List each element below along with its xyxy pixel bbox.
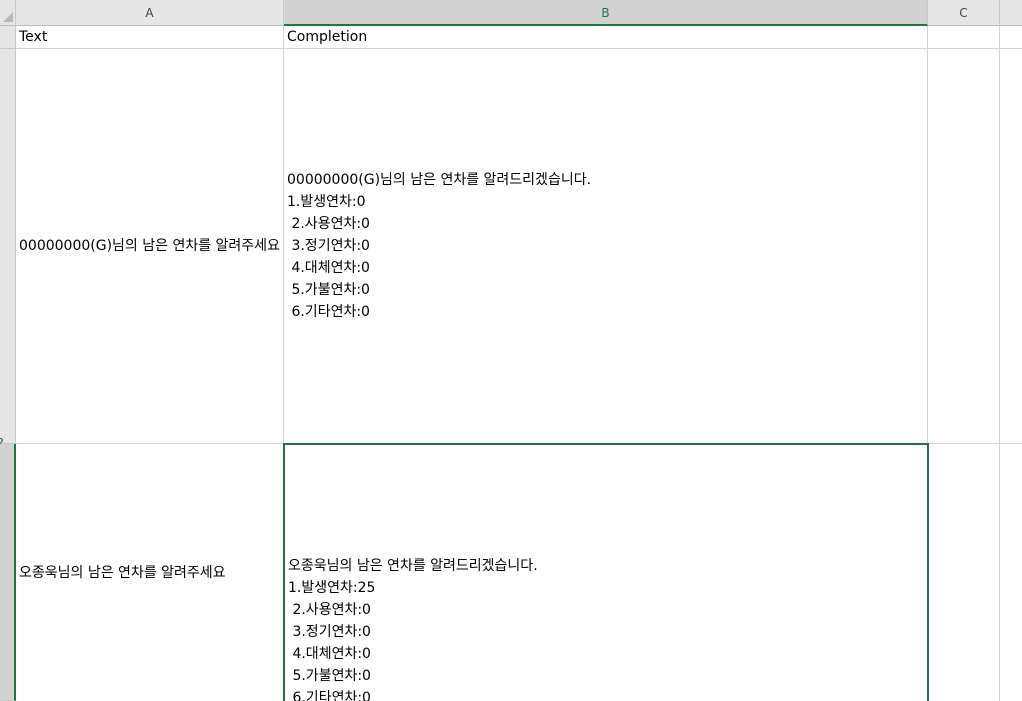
cell-c1[interactable] (928, 26, 1000, 49)
row-header-1[interactable] (0, 26, 16, 49)
completion-line: 4.대체연차:0 (287, 260, 370, 276)
cell-text: 00000000(G)님의 남은 연차를 알려주세요 (19, 238, 280, 254)
cell-a2[interactable]: 00000000(G)님의 남은 연차를 알려주세요 (16, 49, 284, 444)
cell-a1[interactable]: Text (16, 26, 284, 49)
column-header-b[interactable]: B (284, 0, 928, 26)
row-header-3[interactable] (0, 444, 16, 701)
completion-line: 3.정기연차:0 (288, 624, 371, 640)
completion-line: 6.기타연차:0 (288, 690, 371, 701)
cell-d1[interactable] (1000, 26, 1022, 49)
completion-line: 5.가불연차:0 (288, 668, 371, 684)
completion-line: 1.발생연차:0 (287, 194, 366, 210)
completion-line: 00000000(G)님의 남은 연차를 알려드리겠습니다. (287, 172, 592, 188)
column-header-c[interactable]: C (928, 0, 1000, 26)
cell-text: Text (19, 29, 48, 45)
cell-c3[interactable] (929, 444, 1000, 701)
completion-line: 오종욱님의 남은 연차를 알려드리겠습니다. (288, 558, 538, 574)
select-all-corner[interactable] (0, 0, 16, 26)
cell-a3[interactable]: 오종욱님의 남은 연차를 알려주세요 (16, 444, 284, 701)
completion-line: 2.사용연차:0 (288, 602, 371, 618)
cell-text: 오종욱님의 남은 연차를 알려주세요 (19, 564, 226, 581)
cell-b1[interactable]: Completion (284, 26, 928, 49)
column-header-a[interactable]: A (16, 0, 284, 26)
cell-b3-selected[interactable]: 오종욱님의 남은 연차를 알려드리겠습니다. 1.발생연차:25 2.사용연차:… (283, 443, 929, 701)
cell-d2[interactable] (1000, 49, 1022, 444)
completion-line: 4.대체연차:0 (288, 646, 371, 662)
row-header-2[interactable]: 2 (0, 49, 16, 449)
cell-b2[interactable]: 00000000(G)님의 남은 연차를 알려드리겠습니다. 1.발생연차:0 … (284, 49, 928, 444)
cell-c2[interactable] (928, 49, 1000, 444)
completion-line: 2.사용연차:0 (287, 216, 370, 232)
completion-line: 3.정기연차:0 (287, 238, 370, 254)
completion-line: 6.기타연차:0 (287, 304, 370, 320)
cell-text: Completion (287, 29, 368, 45)
column-header-d[interactable] (1000, 0, 1022, 26)
completion-line: 5.가불연차:0 (287, 282, 370, 298)
completion-line: 1.발생연차:25 (288, 580, 376, 596)
cell-d3[interactable] (1000, 444, 1022, 701)
